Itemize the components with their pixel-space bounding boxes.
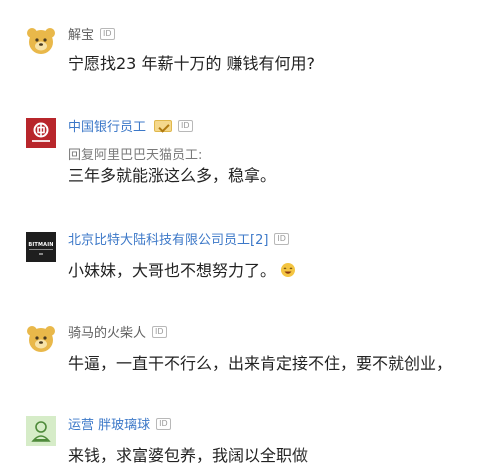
comment-text: 来钱，求富婆包养，我阔以全职做 xyxy=(68,446,309,465)
id-badge: ID xyxy=(178,119,193,132)
avatar[interactable] xyxy=(26,118,56,148)
id-badge: ID xyxy=(100,27,115,40)
comment-text: 三年多就能涨这么多，稳拿。 xyxy=(68,166,277,185)
id-badge: ID xyxy=(152,325,167,338)
comment-text: 牛逼，一直干不行么，出来肯定接不住，要不就创业， xyxy=(68,354,453,373)
user-name[interactable]: 运营 胖玻璃球 xyxy=(68,414,150,433)
user-name[interactable]: 中国银行员工 xyxy=(68,116,146,135)
avatar-label: BITMAIN xyxy=(28,242,54,248)
bank-of-china-logo-icon xyxy=(26,118,56,148)
avatar[interactable] xyxy=(26,26,56,56)
comment-text: 宁愿找23 年薪十万的 赚钱有何用? xyxy=(68,54,316,73)
user-name[interactable]: 解宝 xyxy=(68,24,94,43)
id-badge: ID xyxy=(156,417,171,430)
user-name[interactable]: 骑马的火柴人 xyxy=(68,322,146,341)
comment-text: 小妹妹，大哥也不想努力了。 xyxy=(68,257,296,281)
comment-text-content: 小妹妹，大哥也不想努力了。 xyxy=(68,261,277,280)
avatar[interactable] xyxy=(26,324,56,354)
comment-item: 中国银行员工 ID 回复阿里巴巴天猫员工: 三年多就能涨这么多，稳拿。 xyxy=(0,110,486,215)
user-name[interactable]: 北京比特大陆科技有限公司员工[2] xyxy=(68,229,268,248)
avatar[interactable]: BITMAIN xyxy=(26,232,56,262)
comment-item: 运营 胖玻璃球 ID 来钱，求富婆包养，我阔以全职做 xyxy=(0,402,486,473)
comment-item: BITMAIN 北京比特大陆科技有限公司员工[2] ID 小妹妹，大哥也不想努力… xyxy=(0,215,486,310)
reply-to-label[interactable]: 回复阿里巴巴天猫员工: xyxy=(68,144,202,163)
comment-item: 骑马的火柴人 ID 牛逼，一直干不行么，出来肯定接不住，要不就创业， xyxy=(0,310,486,402)
id-badge: ID xyxy=(274,232,289,245)
comment-item: 解宝 ID 宁愿找23 年薪十万的 赚钱有何用? xyxy=(0,0,486,110)
text-fade-overlay xyxy=(286,433,486,473)
verified-badge-icon xyxy=(154,119,173,132)
person-silhouette-avatar-icon xyxy=(26,416,56,446)
laughing-emoji-icon xyxy=(281,263,296,277)
cartoon-bear-avatar-icon xyxy=(27,28,55,54)
avatar[interactable] xyxy=(26,416,56,446)
cartoon-bear-avatar-icon xyxy=(27,326,55,352)
